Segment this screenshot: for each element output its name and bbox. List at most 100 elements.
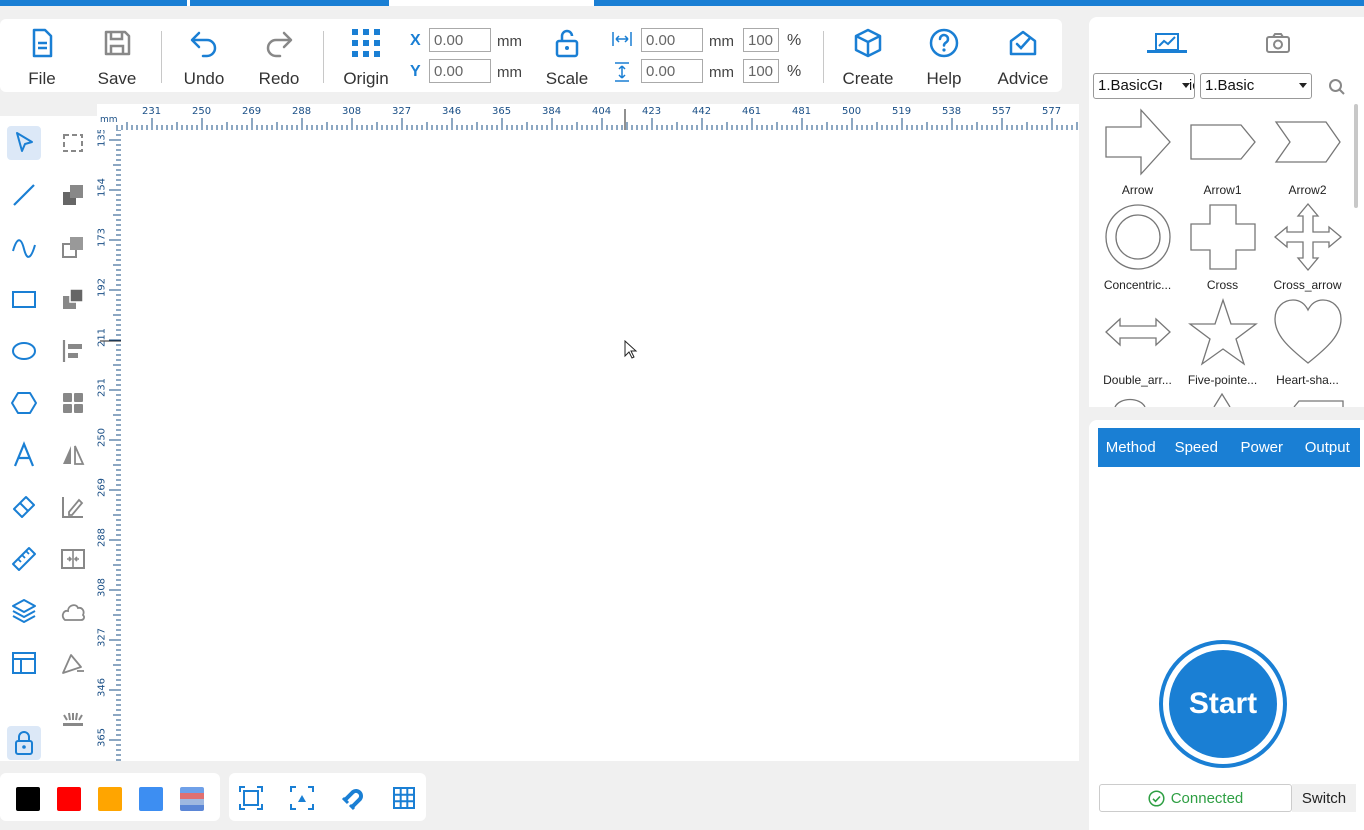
eraser-icon xyxy=(13,496,35,518)
color-palette xyxy=(0,773,220,821)
overlap-fill-icon xyxy=(63,185,83,205)
shape-label: Cross xyxy=(1206,278,1239,292)
fill-tool[interactable] xyxy=(56,178,90,212)
work-canvas[interactable] xyxy=(121,130,1079,761)
scale-button[interactable]: Scale xyxy=(540,19,594,92)
create-button[interactable]: Create xyxy=(838,19,898,92)
star-shape-icon xyxy=(1188,297,1258,366)
mirror-tool[interactable] xyxy=(56,438,90,472)
ruler-label: 269 xyxy=(97,477,108,498)
color-swatch-black[interactable] xyxy=(16,787,40,811)
scale-label: Scale xyxy=(545,69,589,88)
undo-button[interactable]: Undo xyxy=(176,19,232,92)
shape-item-heart[interactable]: Heart-sha... xyxy=(1265,297,1350,392)
subcategory-select[interactable]: 1.Basic xyxy=(1200,73,1312,99)
top-progress-strip xyxy=(0,0,1364,6)
ruler-label: 327 xyxy=(392,106,412,117)
tab-output[interactable]: Output xyxy=(1295,428,1361,467)
grid-view-icon[interactable] xyxy=(390,784,418,812)
group-icon xyxy=(63,288,84,309)
help-button[interactable]: Help xyxy=(916,19,972,92)
split-tool[interactable] xyxy=(56,542,90,576)
shape-library-panel: 1.BasicGraphics 1.Basic Arrow Arrow1 Arr… xyxy=(1089,17,1364,407)
shape-item-arrow2[interactable]: Arrow2 xyxy=(1265,107,1350,202)
eraser-tool[interactable] xyxy=(7,490,41,524)
shape-item-cross-arrow[interactable]: Cross_arrow xyxy=(1265,202,1350,297)
mouse-cursor-icon xyxy=(624,340,638,359)
redo-button[interactable]: Redo xyxy=(251,19,307,92)
tab-power[interactable]: Power xyxy=(1229,428,1295,467)
layout-tool[interactable] xyxy=(7,646,41,680)
group-tool[interactable] xyxy=(56,282,90,316)
advice-icon xyxy=(1009,30,1037,56)
copy-tool[interactable] xyxy=(56,230,90,264)
x-unit: mm xyxy=(497,33,522,50)
height-input[interactable] xyxy=(641,59,703,83)
rect-select-tool[interactable] xyxy=(56,126,90,160)
ruler-tool[interactable] xyxy=(7,542,41,576)
copy-icon xyxy=(62,237,83,258)
ellipse-tool[interactable] xyxy=(7,334,41,368)
lock-tool[interactable] xyxy=(7,726,41,760)
layers-icon xyxy=(12,599,36,623)
polygon-tool[interactable] xyxy=(7,386,41,420)
curve-tool[interactable] xyxy=(7,230,41,264)
pen-tool[interactable] xyxy=(56,646,90,680)
shape-item-double-arrow[interactable]: Double_arr... xyxy=(1095,297,1180,392)
shape-item-arrow1[interactable]: Arrow1 xyxy=(1180,107,1265,202)
shape-item-arrow[interactable]: Arrow xyxy=(1095,107,1180,202)
shape-item-concentric[interactable]: Concentric... xyxy=(1095,202,1180,297)
measure-edit-tool[interactable] xyxy=(56,490,90,524)
library-scrollbar[interactable] xyxy=(1354,104,1358,208)
align-tool[interactable] xyxy=(56,334,90,368)
shape-item-five-pointed-star[interactable]: Five-pointe... xyxy=(1180,297,1265,392)
category-select[interactable]: 1.BasicGraphics xyxy=(1093,73,1195,99)
undo-label: Undo xyxy=(183,69,225,88)
arrange-tool[interactable] xyxy=(56,386,90,420)
text-tool[interactable] xyxy=(7,438,41,472)
tab-method[interactable]: Method xyxy=(1098,428,1164,467)
switch-button[interactable]: Switch xyxy=(1292,784,1356,812)
shape-item-cross[interactable]: Cross xyxy=(1180,202,1265,297)
rectangle-tool[interactable] xyxy=(7,282,41,316)
tab-camera[interactable] xyxy=(1258,25,1298,61)
y-input[interactable] xyxy=(429,59,491,83)
height-percent-input[interactable] xyxy=(743,59,779,83)
line-tool[interactable] xyxy=(7,178,41,212)
select-tool[interactable] xyxy=(7,126,41,160)
save-button[interactable]: Save xyxy=(89,19,145,92)
grid-dots-icon xyxy=(352,29,380,57)
focus-selection-icon[interactable] xyxy=(288,784,316,812)
align-left-icon xyxy=(62,340,82,362)
layers-tool[interactable] xyxy=(7,594,41,628)
y-unit: mm xyxy=(497,64,522,81)
ruler-label: 519 xyxy=(892,106,912,117)
search-icon[interactable] xyxy=(1328,78,1346,96)
magnet-icon[interactable] xyxy=(339,784,367,812)
ruler-label: 308 xyxy=(97,577,108,598)
x-input[interactable] xyxy=(429,28,491,52)
curve-icon xyxy=(12,239,36,258)
fit-canvas-icon[interactable] xyxy=(237,784,265,812)
color-swatch-blue[interactable] xyxy=(139,787,163,811)
width-percent-input[interactable] xyxy=(743,28,779,52)
check-circle-icon xyxy=(1148,789,1165,807)
width-input[interactable] xyxy=(641,28,703,52)
origin-button[interactable]: Origin xyxy=(336,19,396,92)
ruler-label: 404 xyxy=(592,106,612,117)
color-swatch-orange[interactable] xyxy=(98,787,122,811)
tab-graphics[interactable] xyxy=(1147,25,1187,61)
ruler-label: 308 xyxy=(342,106,362,117)
width-icon xyxy=(612,32,632,46)
color-swatch-red[interactable] xyxy=(57,787,81,811)
light-tool[interactable] xyxy=(56,698,90,732)
ruler-label: 346 xyxy=(442,106,462,117)
tab-speed[interactable]: Speed xyxy=(1164,428,1230,467)
shape-tool[interactable] xyxy=(56,594,90,628)
arrow-shape-icon xyxy=(1105,108,1171,176)
file-button[interactable]: File xyxy=(14,19,70,92)
more-colors-icon[interactable] xyxy=(180,787,204,811)
ellipse-icon xyxy=(12,342,36,360)
advice-button[interactable]: Advice xyxy=(990,19,1056,92)
start-button[interactable]: Start xyxy=(1159,640,1287,768)
